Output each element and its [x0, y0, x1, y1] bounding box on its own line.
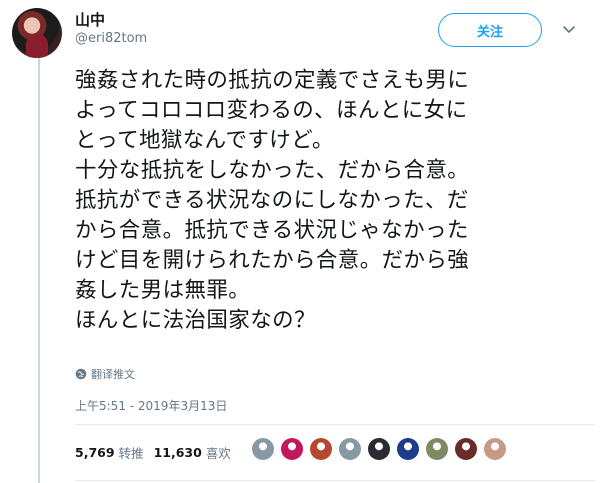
likes-count[interactable]: 11,630	[154, 445, 202, 460]
liker-avatar[interactable]	[281, 438, 303, 460]
tweet-line: けど目を開けられたから合意。だから強	[75, 248, 470, 273]
divider	[75, 424, 595, 425]
tweet-line: とって地獄なんですけど。	[75, 128, 334, 153]
likes-stat[interactable]: 11,630 喜欢	[154, 443, 231, 462]
retweets-label[interactable]: 转推	[119, 443, 144, 462]
tweet-line: 十分な抵抗をしなかった、だから合意。	[75, 158, 470, 183]
tweet-text: 強姦された時の抵抗の定義でさえも男に よってコロコロ変わるの、ほんとに女に とっ…	[75, 66, 595, 336]
liker-avatar[interactable]	[484, 438, 506, 460]
chevron-down-icon[interactable]	[562, 22, 576, 36]
display-name[interactable]: 山中	[75, 10, 147, 30]
likes-label[interactable]: 喜欢	[206, 443, 231, 462]
globe-icon	[75, 368, 87, 380]
translate-tweet-link[interactable]: 翻译推文	[75, 366, 135, 382]
retweets-count[interactable]: 5,769	[75, 445, 115, 460]
liker-avatar[interactable]	[455, 438, 477, 460]
thread-line	[38, 56, 40, 483]
tweet-line: よってコロコロ変わるの、ほんとに女に	[75, 98, 468, 123]
tweet-line: 姦した男は無罪。	[75, 278, 251, 303]
liker-avatar[interactable]	[339, 438, 361, 460]
tweet-line: 強姦された時の抵抗の定義でさえも男に	[75, 68, 470, 93]
follow-button[interactable]: 关注	[438, 13, 542, 47]
avatar[interactable]	[12, 8, 62, 58]
translate-label[interactable]: 翻译推文	[91, 366, 135, 382]
tweet-line: 抵抗ができる状況なのにしなかった、だ	[75, 188, 469, 213]
tweet-line: ほんとに法治国家なの？	[75, 308, 316, 333]
liker-avatars	[252, 438, 513, 460]
liker-avatar[interactable]	[426, 438, 448, 460]
liker-avatar[interactable]	[397, 438, 419, 460]
liker-avatar[interactable]	[368, 438, 390, 460]
user-info[interactable]: 山中 @eri82tom	[75, 10, 147, 48]
divider	[75, 480, 595, 481]
tweet-stats: 5,769 转推 11,630 喜欢	[75, 443, 241, 462]
screen-name[interactable]: @eri82tom	[75, 30, 147, 48]
timestamp[interactable]: 上午5:51 - 2019年3月13日	[75, 397, 227, 414]
liker-avatar[interactable]	[252, 438, 274, 460]
liker-avatar[interactable]	[310, 438, 332, 460]
retweets-stat[interactable]: 5,769 转推	[75, 443, 144, 462]
tweet-line: から合意。抵抗できる状況じゃなかった	[75, 218, 469, 243]
